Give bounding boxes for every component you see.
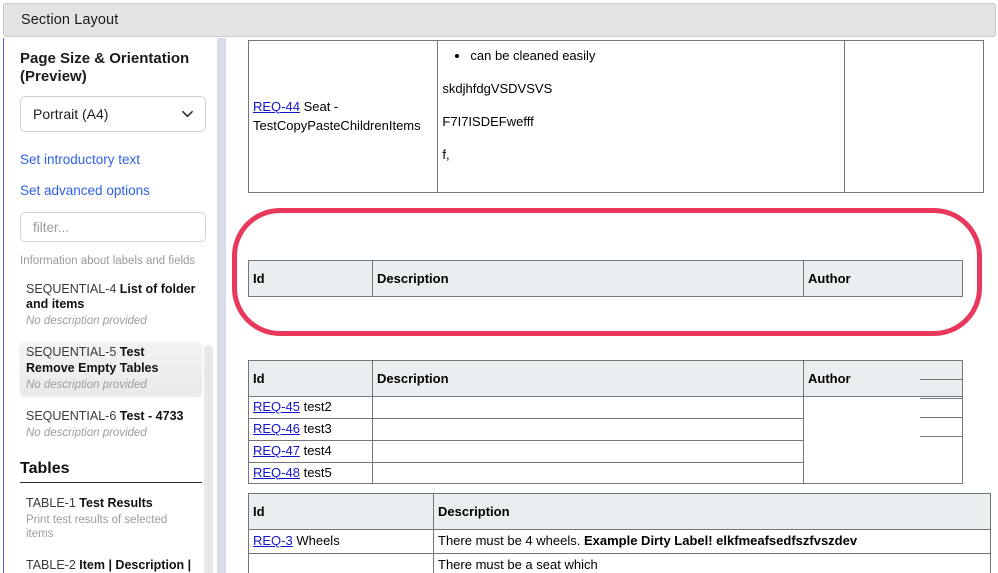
field-item-description: No description provided (26, 426, 147, 439)
set-introductory-text-link[interactable]: Set introductory text (20, 152, 190, 167)
cell-id-text: test5 (299, 464, 332, 480)
field-item-sequential-5[interactable]: SEQUENTIAL-5 Test Remove Empty Tables No… (20, 342, 202, 396)
table-header-row: Id Description (248, 493, 991, 530)
field-item-id: SEQUENTIAL-6 (26, 409, 117, 423)
application-window: Section Layout Page Size & Orientation (… (0, 0, 998, 573)
author-column-partial-rules (920, 379, 962, 457)
document-table-req44: REQ-44 Seat - TestCopyPasteChildrenItems… (247, 40, 984, 193)
description-plain: There must be a seat which (438, 556, 598, 572)
field-item-name: Test Results (79, 496, 153, 510)
field-item-sequential-6[interactable]: SEQUENTIAL-6 Test - 4733 No description … (20, 406, 202, 444)
cell-description: There must be a seat which (433, 552, 991, 573)
req-link[interactable]: REQ-44 (253, 99, 300, 114)
description-plain: There must be 4 wheels. (438, 533, 584, 548)
description-line: f, (442, 146, 450, 162)
description-line: skdjhfdgVSDVSVS (442, 80, 553, 96)
table-header-row: Id Description Author (248, 260, 963, 297)
field-item-id: SEQUENTIAL-5 (26, 345, 117, 360)
tables-section-title: Tables (20, 460, 202, 483)
table-row: There must be a seat which (248, 552, 991, 573)
sidebar-panel: Page Size & Orientation (Preview) Portra… (3, 38, 215, 573)
req-link[interactable]: REQ-45 (253, 399, 300, 414)
sidebar-scrollbar[interactable] (204, 345, 213, 573)
cell-id: REQ-45 test2 (248, 396, 373, 419)
document-table-req45-48: Id Description Author REQ-45 test2 REQ-4… (248, 360, 963, 485)
column-header-description: Description (372, 360, 804, 397)
req-link[interactable]: REQ-48 (253, 465, 300, 480)
table-row: REQ-45 test2 (248, 395, 963, 485)
cell-description (372, 396, 804, 419)
column-header-id: Id (248, 493, 434, 530)
cell-id-text: test2 (299, 399, 332, 414)
field-item-sequential-4[interactable]: SEQUENTIAL-4 List of folder and items No… (20, 279, 202, 333)
document-table-empty-highlighted: Id Description Author (248, 260, 963, 297)
set-advanced-options-link[interactable]: Set advanced options (20, 183, 190, 198)
description-bullet-list: can be cleaned easily (442, 47, 839, 66)
cell-id: REQ-48 test5 (248, 461, 373, 485)
table-row: REQ-44 Seat - TestCopyPasteChildrenItems… (247, 40, 984, 193)
sidebar-divider (217, 38, 226, 573)
field-item-description: No description provided (26, 378, 147, 391)
field-item-title: SEQUENTIAL-5 Test Remove Empty Tables (26, 345, 196, 376)
column-header-id: Id (248, 260, 373, 297)
list-item: can be cleaned easily (470, 47, 839, 66)
cell-id: REQ-3 Wheels (248, 529, 434, 554)
req-link[interactable]: REQ-47 (253, 443, 300, 458)
field-item-id: TABLE-2 (26, 558, 76, 573)
field-item-description: No description provided (26, 315, 147, 327)
document-table-req3: Id Description REQ-3 Wheels There must b… (248, 493, 991, 573)
page-size-select[interactable]: Portrait (A4) (20, 96, 206, 133)
cell-id: REQ-47 test4 (248, 439, 373, 463)
description-bold: Example Dirty Label! elkfmeafsedfszfvszd… (583, 533, 858, 548)
page-size-select-value: Portrait (A4) (33, 106, 109, 123)
field-item-table-1[interactable]: TABLE-1 Test Results Print test results … (20, 493, 202, 545)
cell-description (372, 439, 804, 463)
req-link[interactable]: REQ-3 (253, 533, 293, 548)
document-preview-pane: REQ-44 Seat - TestCopyPasteChildrenItems… (226, 38, 998, 573)
cell-description: can be cleaned easily skdjhfdgVSDVSVS F7… (437, 40, 846, 193)
req-link[interactable]: REQ-46 (253, 421, 300, 436)
cell-description (372, 417, 804, 441)
field-item-description: Print test results of selected items (26, 513, 168, 540)
column-header-author: Author (803, 260, 963, 297)
field-item-title: TABLE-1 Test Results (26, 496, 196, 512)
fields-hint-text: Information about labels and fields (20, 255, 196, 268)
column-header-description: Description (372, 260, 804, 297)
cell-id: REQ-46 test3 (248, 417, 373, 441)
chevron-down-icon (181, 108, 194, 121)
filter-input[interactable] (20, 212, 206, 243)
cell-description: There must be 4 wheels. Example Dirty La… (433, 529, 991, 554)
cell-id (248, 552, 434, 573)
table-header-row: Id Description Author (248, 360, 963, 397)
sidebar-heading: Page Size & Orientation (Preview) (20, 50, 190, 85)
cell-id-text: Wheels (292, 533, 340, 548)
column-header-description: Description (433, 493, 991, 530)
cell-id-text: test4 (299, 442, 332, 458)
field-item-title: TABLE-2 Item | Description | Author (26, 558, 196, 573)
cell-author (844, 40, 984, 193)
table-row: REQ-3 Wheels There must be 4 wheels. Exa… (248, 529, 991, 554)
field-item-title: SEQUENTIAL-4 List of folder and items (26, 282, 196, 313)
column-header-id: Id (248, 360, 373, 397)
description-line: F7I7ISDEFwefff (442, 113, 534, 129)
field-item-id: TABLE-1 (26, 496, 76, 510)
field-item-title: SEQUENTIAL-6 Test - 4733 (26, 409, 196, 425)
field-item-id: SEQUENTIAL-4 (26, 281, 117, 296)
page-title: Section Layout (21, 12, 119, 28)
cell-id-text: test3 (299, 420, 332, 436)
cell-description (372, 461, 804, 485)
field-item-name: Test - 4733 (119, 409, 184, 423)
window-titlebar: Section Layout (3, 3, 996, 37)
cell-id: REQ-44 Seat - TestCopyPasteChildrenItems (247, 40, 439, 193)
field-item-table-2[interactable]: TABLE-2 Item | Description | Author Show… (20, 555, 202, 573)
